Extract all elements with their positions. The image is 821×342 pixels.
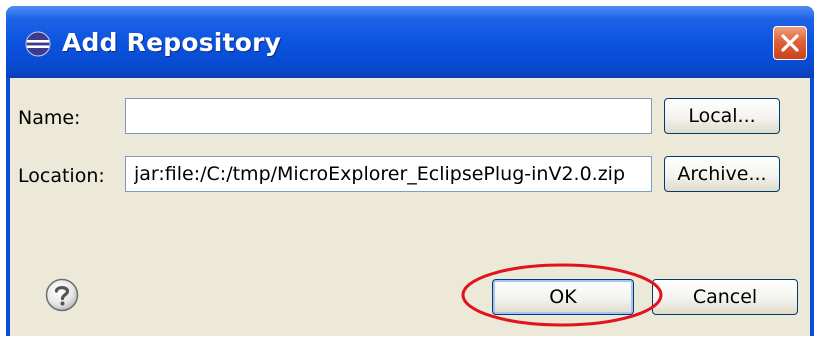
- name-label: Name:: [18, 107, 81, 129]
- eclipse-icon: [25, 31, 51, 57]
- help-icon[interactable]: [45, 278, 79, 312]
- local-button[interactable]: Local...: [664, 98, 780, 134]
- location-label: Location:: [18, 165, 105, 187]
- dialog-body: Name: Local... Location: Archive... OK C…: [10, 78, 810, 336]
- close-icon: [781, 34, 799, 52]
- location-input[interactable]: [125, 156, 652, 192]
- archive-button[interactable]: Archive...: [664, 156, 780, 192]
- name-input[interactable]: [125, 98, 652, 134]
- dialog-title: Add Repository: [62, 28, 282, 57]
- ok-button[interactable]: OK: [492, 279, 634, 315]
- cancel-button[interactable]: Cancel: [652, 279, 798, 315]
- title-bar[interactable]: Add Repository: [6, 6, 814, 78]
- close-button[interactable]: [773, 26, 807, 60]
